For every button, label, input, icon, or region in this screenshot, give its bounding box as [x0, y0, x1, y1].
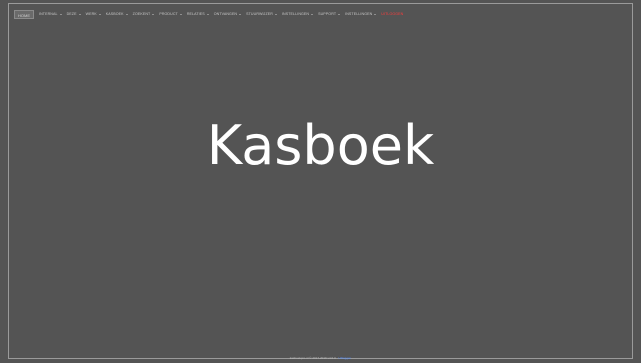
caret-down-icon	[125, 13, 128, 15]
nav-item-label: STUURWIJZER	[246, 11, 273, 16]
nav-item-ontvangen[interactable]: ONTVANGEN	[213, 10, 242, 19]
caret-down-icon	[239, 13, 242, 15]
caret-down-icon	[98, 13, 101, 15]
nav-item-relaties[interactable]: RELATIES	[187, 10, 209, 19]
nav-item-werk[interactable]: WERK	[86, 10, 101, 19]
home-button[interactable]: HOME	[14, 9, 34, 19]
caret-down-icon	[152, 13, 155, 15]
caret-down-icon	[59, 13, 62, 15]
nav-item-label: KASBOEK	[105, 11, 124, 16]
caret-down-icon	[179, 13, 182, 15]
nav-item-product[interactable]: PRODUCT	[159, 10, 182, 19]
nav-item-label: ZOEKENT	[132, 11, 151, 16]
footer-text: kasboekpro.nl © 2017-2019 v4.0.3	[289, 356, 336, 360]
caret-down-icon	[338, 13, 341, 15]
caret-down-icon	[274, 13, 277, 15]
nav-item-label: DEZE	[66, 11, 77, 16]
nav-item-label: INSTELLINGEN	[281, 11, 310, 16]
nav-item-label: SUPPORT	[318, 11, 337, 16]
nav-item-label: ONTVANGEN	[213, 11, 238, 16]
nav-item-stuurwijzer[interactable]: STUURWIJZER	[246, 10, 277, 19]
logout-link[interactable]: UITLOGGEN	[381, 10, 403, 19]
nav-item-instellingen-2[interactable]: INSTELLINGEN	[345, 10, 377, 19]
caret-down-icon	[78, 13, 81, 15]
footer-link[interactable]: Uitloggen	[339, 356, 352, 360]
nav-item-kasboek[interactable]: KASBOEK	[106, 10, 128, 19]
nav-item-label: PRODUCT	[159, 11, 178, 16]
top-navbar: HOME INTERNAL DEZE WERK KASBOEK ZOEKENT …	[14, 9, 403, 19]
content-frame	[8, 3, 633, 359]
page-title: Kasboek	[206, 114, 435, 177]
caret-down-icon	[374, 13, 377, 15]
nav-item-deze[interactable]: DEZE	[67, 10, 81, 19]
nav-item-internal[interactable]: INTERNAL	[39, 10, 62, 19]
nav-item-zoekent[interactable]: ZOEKENT	[133, 10, 155, 19]
caret-down-icon	[311, 13, 314, 15]
nav-item-support[interactable]: SUPPORT	[318, 10, 341, 19]
nav-item-label: RELATIES	[186, 11, 205, 16]
nav-item-instellingen[interactable]: INSTELLINGEN	[281, 10, 314, 19]
caret-down-icon	[206, 13, 209, 15]
nav-item-label: INSTELLINGEN	[345, 11, 373, 16]
nav-item-label: WERK	[85, 11, 97, 16]
footer: kasboekpro.nl © 2017-2019 v4.0.3 Uitlogg…	[0, 356, 641, 360]
nav-item-label: INTERNAL	[39, 11, 58, 16]
